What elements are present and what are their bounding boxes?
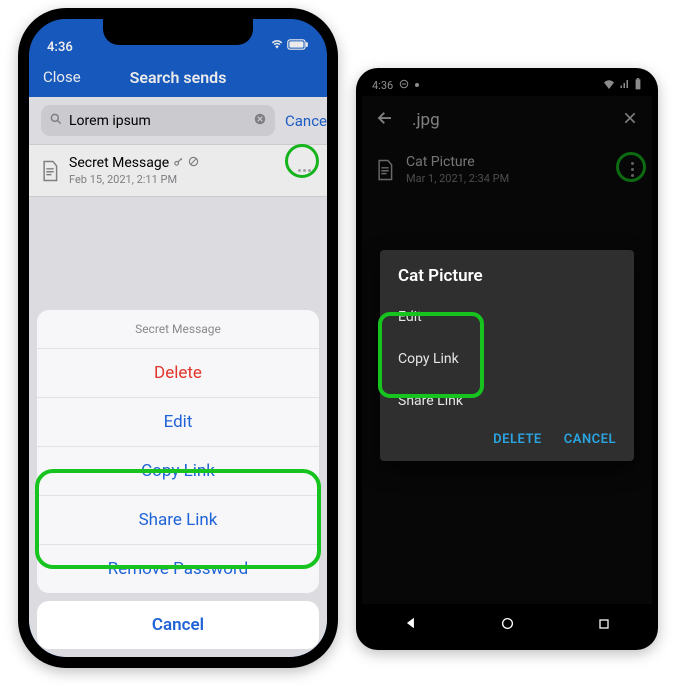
delete-button[interactable]: DELETE [493,432,542,447]
share-link-button[interactable]: Share Link [37,496,319,545]
sheet-title: Secret Message [37,310,319,349]
nav-back-icon[interactable] [404,615,418,634]
delete-button[interactable]: Delete [37,349,319,398]
cancel-button[interactable]: Cancel [37,601,319,649]
nav-recent-icon[interactable] [598,615,610,634]
ios-device-frame: 4:36 Close Search sends Cancel [18,8,338,668]
android-system-navbar [362,604,652,644]
copy-link-button[interactable]: Copy Link [380,338,634,380]
edit-button[interactable]: Edit [380,296,634,338]
sheet-title: Cat Picture [380,250,634,296]
copy-link-button[interactable]: Copy Link [37,447,319,496]
action-sheet: Secret Message Delete Edit Copy Link Sha… [37,310,319,649]
nav-home-icon[interactable] [501,615,514,634]
edit-button[interactable]: Edit [37,398,319,447]
cancel-button[interactable]: CANCEL [564,432,616,447]
remove-password-button[interactable]: Remove Password [37,545,319,593]
share-link-button[interactable]: Share Link [380,380,634,422]
android-device-frame: 4:36 .jpg [356,68,658,650]
android-screen: 4:36 .jpg [362,74,652,644]
bottom-sheet: Cat Picture Edit Copy Link Share Link DE… [380,250,634,461]
